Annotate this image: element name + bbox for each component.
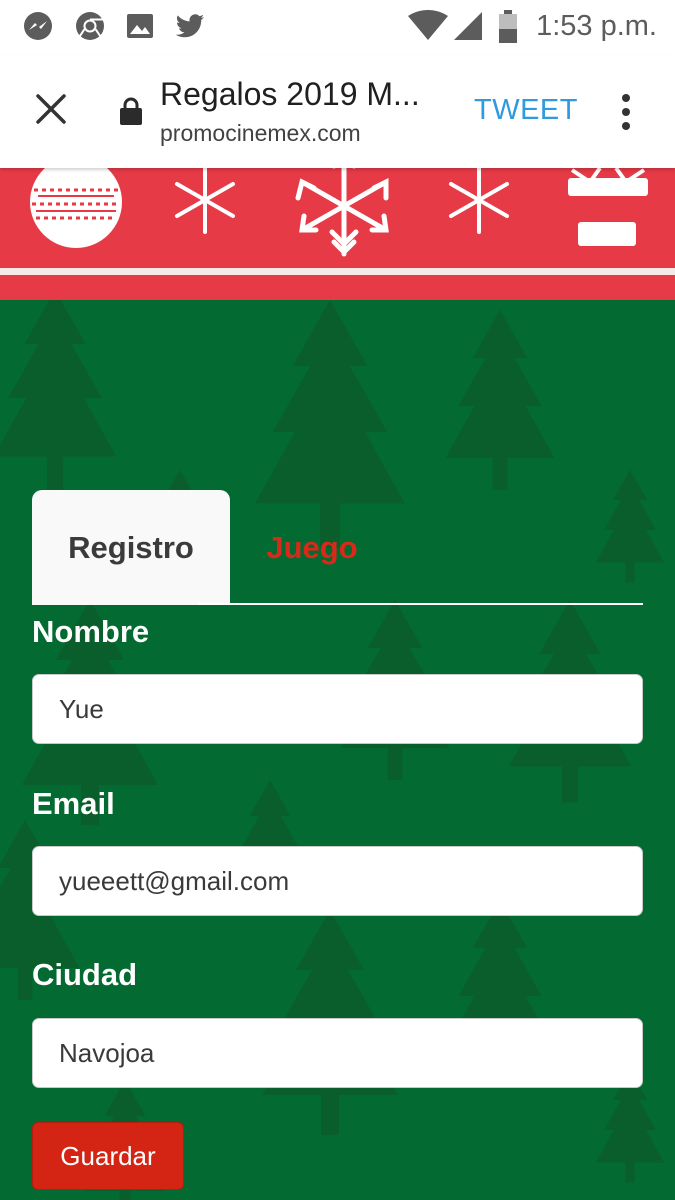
signal-icon <box>454 12 482 40</box>
snowflake-icon <box>449 168 509 234</box>
wifi-icon <box>408 10 448 40</box>
close-icon[interactable] <box>30 88 72 130</box>
city-label: Ciudad <box>32 957 138 992</box>
snowflake-icon <box>175 168 235 234</box>
page-url: promocinemex.com <box>160 120 361 146</box>
main-content: Registro Juego Nombre Email Ciudad Guard… <box>0 300 675 1200</box>
tab-bar: Registro Juego <box>32 490 643 605</box>
messenger-icon <box>24 12 52 40</box>
tweet-button[interactable]: TWEET <box>474 94 578 127</box>
ornament-icon <box>30 168 122 248</box>
email-label: Email <box>32 786 115 821</box>
status-bar: 1:53 p.m. <box>0 0 675 56</box>
christmas-banner <box>0 168 675 300</box>
gift-box-icon <box>568 168 648 246</box>
battery-icon <box>499 10 517 43</box>
chrome-icon <box>76 12 104 40</box>
name-field[interactable] <box>32 674 643 744</box>
tab-divider <box>198 603 643 605</box>
lock-icon <box>120 97 142 125</box>
image-icon <box>127 14 153 38</box>
tab-registro[interactable]: Registro <box>32 490 230 605</box>
more-vert-icon[interactable] <box>612 92 640 132</box>
snowflake-icon <box>295 168 389 257</box>
clock: 1:53 p.m. <box>536 10 657 42</box>
browser-toolbar: Regalos 2019 M... promocinemex.com TWEET <box>0 56 675 168</box>
twitter-icon <box>175 14 204 38</box>
city-field[interactable] <box>32 1018 643 1088</box>
tab-juego[interactable]: Juego <box>230 490 394 605</box>
name-label: Nombre <box>32 614 150 649</box>
banner-stripe <box>0 268 675 275</box>
save-button[interactable]: Guardar <box>32 1122 184 1190</box>
page-title: Regalos 2019 M... <box>160 76 420 112</box>
email-field[interactable] <box>32 846 643 916</box>
